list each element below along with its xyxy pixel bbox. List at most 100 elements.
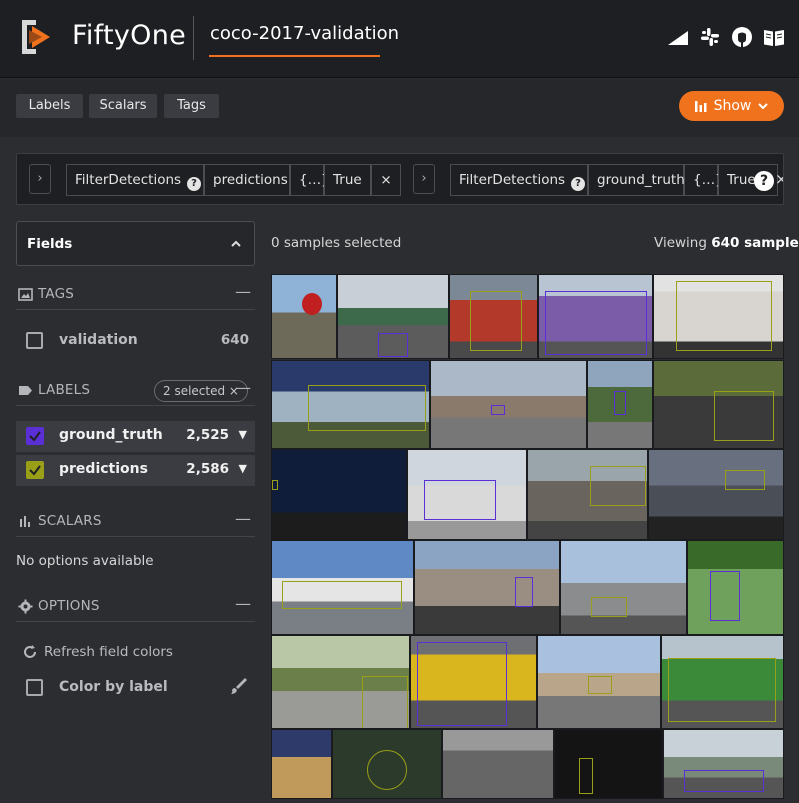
sample-tile[interactable] [271, 540, 414, 635]
stage-expr-2[interactable]: {…} [684, 164, 724, 196]
close-icon[interactable]: × [775, 170, 783, 188]
viewing-number: 640 samples [711, 235, 799, 251]
docs-book-icon[interactable] [763, 26, 785, 48]
sample-tile[interactable] [527, 449, 648, 540]
checkbox[interactable] [26, 332, 43, 349]
help-circle-icon[interactable]: ? [754, 171, 774, 191]
sample-tile[interactable] [663, 729, 784, 799]
fields-title: Fields [27, 236, 73, 252]
scalars-section-header[interactable]: SCALARS — [16, 507, 255, 537]
viewing-count: Viewing 640 samples [654, 235, 799, 251]
collapse-icon[interactable]: — [235, 594, 251, 613]
help-icon-2[interactable]: ? [571, 177, 586, 191]
tag-label: validation [59, 332, 138, 348]
labels-title: LABELS [38, 382, 91, 398]
slack-icon[interactable] [699, 26, 721, 48]
sample-tile[interactable] [337, 274, 449, 359]
tag-item-validation[interactable]: validation 640 [16, 326, 255, 356]
caret-down-icon[interactable]: ▼ [239, 428, 247, 441]
checkbox-checked[interactable] [26, 427, 44, 445]
sample-tile[interactable] [653, 360, 784, 449]
sample-tile[interactable] [271, 360, 430, 449]
expand-stage-chevron[interactable]: › [29, 164, 51, 194]
stage-value[interactable]: True [324, 164, 371, 196]
show-label: Show [713, 98, 752, 114]
scalars-title: SCALARS [38, 513, 102, 529]
sample-tile[interactable] [661, 635, 784, 729]
color-by-label-option[interactable]: Color by label [16, 673, 255, 703]
tab-labels[interactable]: Labels [16, 94, 83, 118]
options-section-header[interactable]: OPTIONS — [16, 592, 255, 622]
sample-tile[interactable] [271, 729, 332, 799]
signal-icon[interactable] [667, 26, 689, 48]
stage-name: FilterDetections [75, 172, 182, 188]
sample-tile[interactable] [538, 274, 653, 359]
label-count: 2,525 [186, 427, 229, 443]
collapse-icon[interactable]: — [235, 282, 251, 301]
options-title: OPTIONS [38, 598, 100, 614]
view-stage-bar: › FilterDetections? predictions {…} True… [16, 153, 784, 205]
fields-dropdown[interactable]: Fields [16, 221, 255, 266]
help-icon[interactable]: ? [187, 177, 202, 191]
stage-name-2: FilterDetections [459, 172, 566, 188]
checkbox-checked[interactable] [26, 461, 44, 479]
chevron-down-icon [758, 103, 769, 110]
label-item-ground-truth[interactable]: ground_truth 2,525 ▼ [16, 421, 255, 452]
sample-tile[interactable] [587, 360, 653, 449]
sample-tile[interactable] [414, 540, 560, 635]
sample-tile[interactable] [687, 540, 784, 635]
fiftyone-logo-icon[interactable] [14, 16, 56, 58]
sample-tile[interactable] [407, 449, 527, 540]
selected-pill[interactable]: 2 selected × [154, 380, 248, 402]
tags-section-header[interactable]: TAGS — [16, 280, 255, 310]
tab-tags[interactable]: Tags [164, 94, 219, 118]
tab-scalars[interactable]: Scalars [89, 94, 157, 118]
sample-tile[interactable] [430, 360, 587, 449]
sample-tile[interactable] [648, 449, 784, 540]
stage-field: predictions [213, 172, 288, 188]
sample-tile[interactable] [537, 635, 661, 729]
stage-field-ground-truth[interactable]: ground_truth [588, 164, 685, 196]
show-button[interactable]: Show [679, 91, 784, 121]
header-icons [667, 26, 785, 48]
tag-count: 640 [220, 332, 249, 348]
sample-tile[interactable] [271, 274, 337, 359]
sample-tile[interactable] [271, 449, 407, 540]
viewing-prefix: Viewing [654, 235, 707, 251]
scalars-empty: No options available [16, 553, 154, 569]
refresh-colors-button[interactable]: Refresh field colors [22, 644, 173, 660]
label-name: predictions [59, 461, 148, 477]
tags-title: TAGS [38, 286, 75, 302]
label-item-predictions[interactable]: predictions 2,586 ▼ [16, 455, 255, 486]
sample-tile[interactable] [442, 729, 554, 799]
gear-icon [18, 599, 33, 614]
stage-filterdetections-1[interactable]: FilterDetections? [66, 164, 204, 196]
sample-tile[interactable] [332, 729, 442, 799]
sample-tile[interactable] [449, 274, 538, 359]
github-icon[interactable] [731, 26, 753, 48]
stage-field-predictions[interactable]: predictions [204, 164, 290, 196]
collapse-icon[interactable]: — [235, 378, 251, 397]
remove-stage-button[interactable]: × [371, 164, 401, 196]
stage-field-2: ground_truth [597, 172, 685, 188]
sample-tile[interactable] [653, 274, 784, 359]
stage-value-label-2: True [727, 172, 756, 188]
sample-tile[interactable] [410, 635, 537, 729]
brand-name: FiftyOne [72, 20, 187, 51]
caret-down-icon[interactable]: ▼ [239, 462, 247, 475]
paintbrush-icon[interactable] [228, 676, 248, 696]
expand-stage-chevron-2[interactable]: › [413, 164, 435, 194]
header-divider [193, 16, 194, 60]
stage-expr[interactable]: {…} [290, 164, 330, 196]
checkbox[interactable] [26, 679, 43, 696]
collapse-icon[interactable]: — [235, 509, 251, 528]
samples-selected-text: 0 samples selected [271, 235, 402, 251]
label-count: 2,586 [186, 461, 229, 477]
app-header: FiftyOne coco-2017-validation [0, 0, 799, 78]
sample-tile[interactable] [271, 635, 410, 729]
labels-section-header[interactable]: LABELS 2 selected × — [16, 376, 255, 406]
dataset-selector[interactable]: coco-2017-validation [210, 23, 399, 44]
sample-tile[interactable] [554, 729, 663, 799]
sample-tile[interactable] [560, 540, 687, 635]
stage-filterdetections-2[interactable]: FilterDetections? [450, 164, 588, 196]
